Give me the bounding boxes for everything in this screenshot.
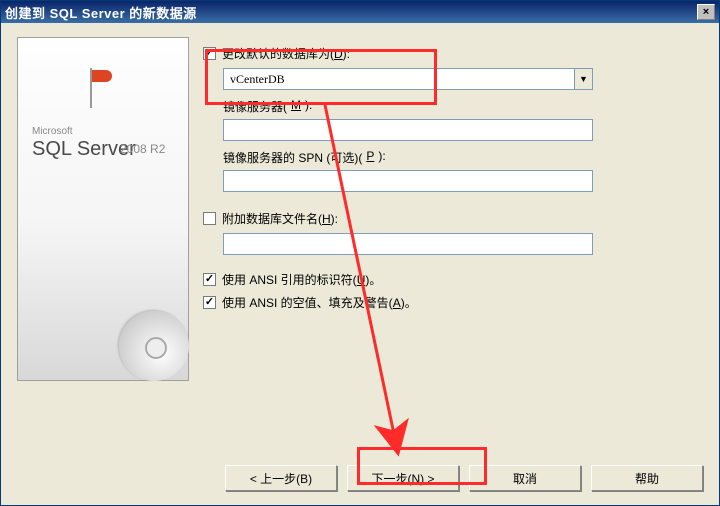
window-title: 创建到 SQL Server 的新数据源 [5,3,197,22]
dialog-window: 创建到 SQL Server 的新数据源 × Microsoft SQL Ser… [0,0,720,506]
change-default-db-label: 更改默认的数据库为(D): [222,45,350,62]
banner-image: Microsoft SQL Server 2008 R2 [17,37,189,381]
cancel-button[interactable]: 取消 [469,465,581,491]
dialog-body: Microsoft SQL Server 2008 R2 更改默认的数据库为(D… [1,23,719,505]
attach-db-file-row: 附加数据库文件名(H): [203,210,703,227]
change-default-db-row: 更改默认的数据库为(D): [203,45,703,62]
ansi-quoted-row: 使用 ANSI 引用的标识符(U)。 [203,271,703,288]
default-db-combobox[interactable]: vCenterDB ▼ [223,68,593,90]
ansi-nulls-row: 使用 ANSI 的空值、填充及警告(A)。 [203,294,703,311]
ansi-nulls-checkbox[interactable] [203,296,216,309]
mirror-spn-input[interactable] [223,170,593,192]
change-default-db-checkbox[interactable] [203,47,216,60]
titlebar: 创建到 SQL Server 的新数据源 × [1,1,719,23]
banner-edition-label: 2008 R2 [120,142,165,156]
banner-microsoft-label: Microsoft [32,126,73,137]
close-icon[interactable]: × [697,4,715,20]
ansi-quoted-checkbox[interactable] [203,273,216,286]
disc-icon [119,311,189,381]
help-button[interactable]: 帮助 [591,465,703,491]
mirror-server-input[interactable] [223,119,593,141]
form-area: 更改默认的数据库为(D): vCenterDB ▼ 镜像服务器(M): 镜像服务… [203,37,703,381]
next-button[interactable]: 下一步(N) > [347,465,459,491]
attach-db-file-checkbox[interactable] [203,212,216,225]
flag-icon [86,68,120,108]
ansi-quoted-label: 使用 ANSI 引用的标识符(U)。 [222,271,381,288]
mirror-spn-label: 镜像服务器的 SPN (可选)(P): [223,149,703,166]
chevron-down-icon[interactable]: ▼ [574,69,592,89]
ansi-nulls-label: 使用 ANSI 的空值、填充及警告(A)。 [222,294,417,311]
back-button[interactable]: < 上一步(B) [225,465,337,491]
mirror-server-label: 镜像服务器(M): [223,98,703,115]
default-db-value: vCenterDB [224,69,574,89]
attach-db-file-input[interactable] [223,233,593,255]
attach-db-file-label: 附加数据库文件名(H): [222,210,338,227]
button-row: < 上一步(B) 下一步(N) > 取消 帮助 [225,465,703,491]
